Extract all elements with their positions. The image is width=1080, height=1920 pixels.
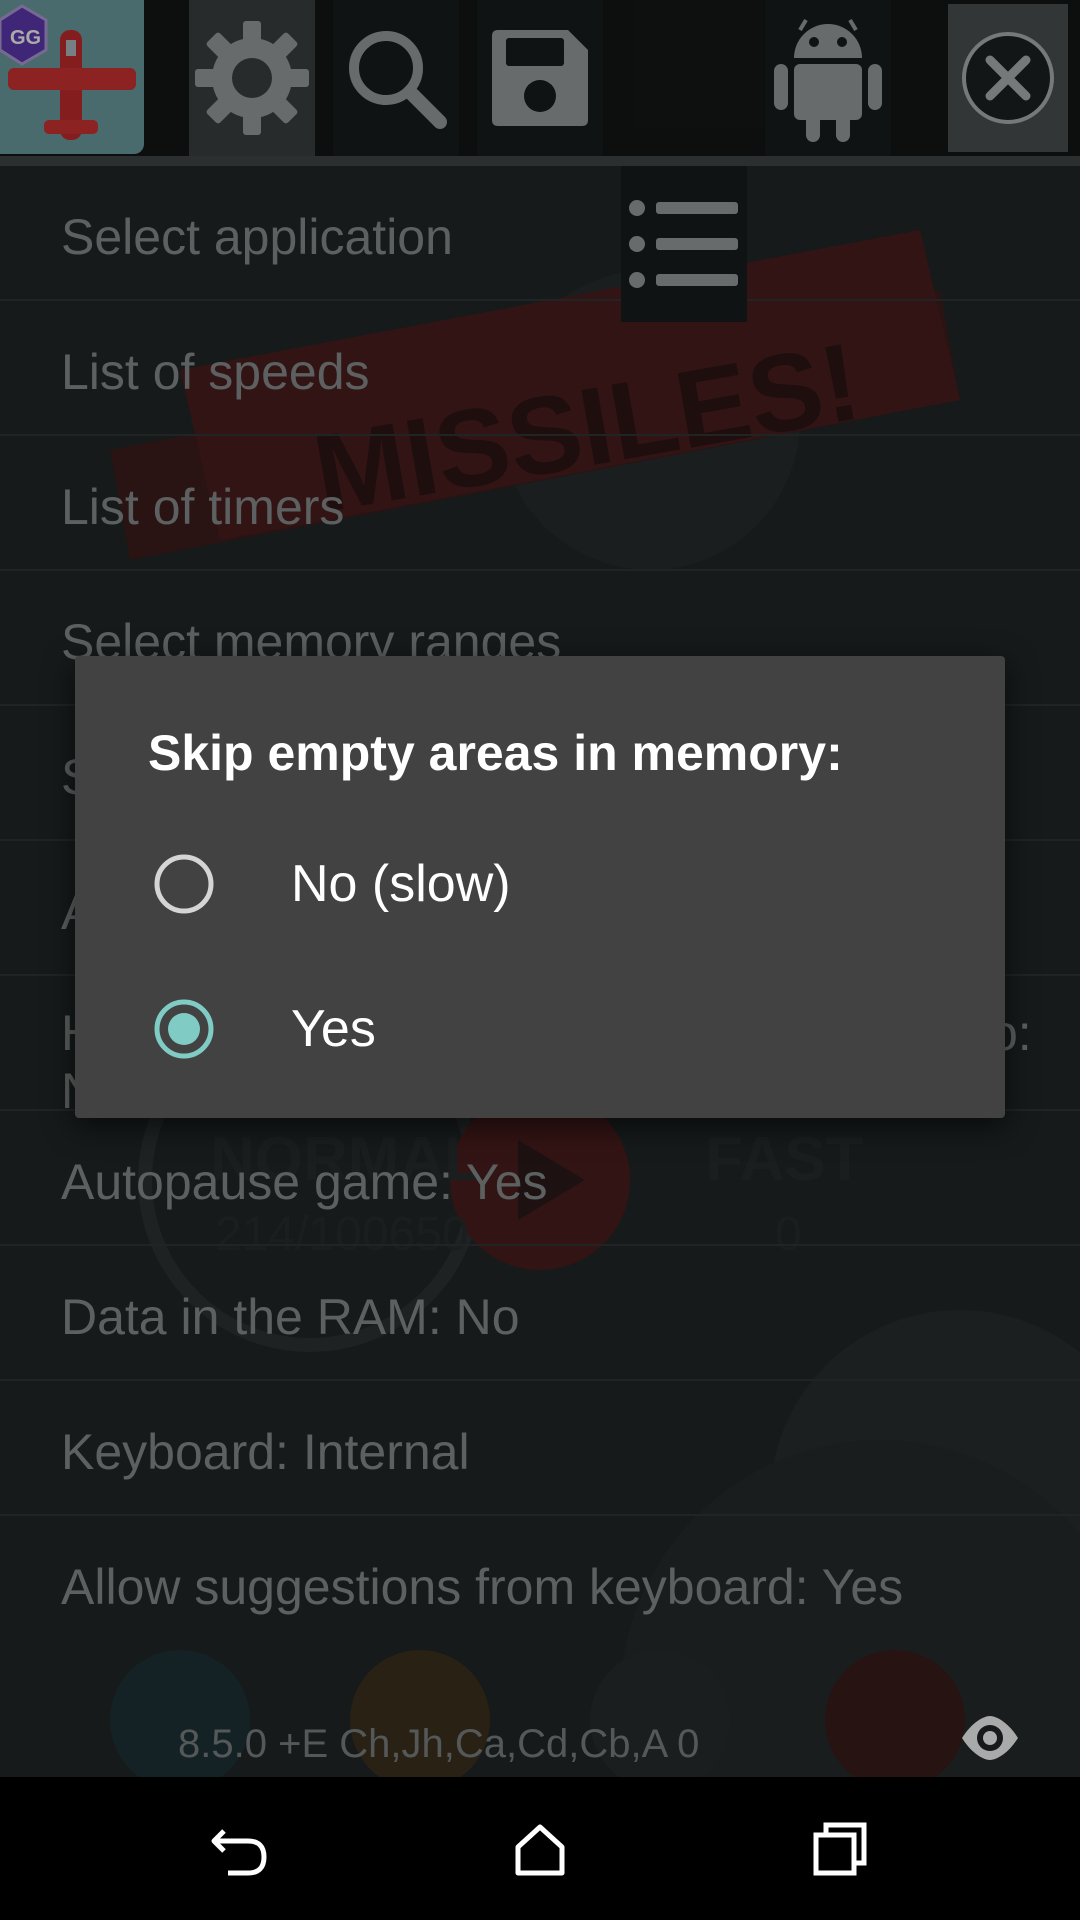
radio-option-yes[interactable]: Yes [75, 955, 1005, 1095]
android-icon [774, 18, 882, 142]
recents-icon [813, 1822, 867, 1875]
floppy-disk-icon [492, 30, 588, 126]
settings-item-data-in-ram[interactable]: Data in the RAM: No [0, 1246, 1080, 1381]
settings-item-list-of-timers[interactable]: List of timers [0, 436, 1080, 571]
radio-unchecked-icon[interactable] [152, 852, 214, 914]
radio-option-label: No (slow) [291, 855, 511, 913]
back-button[interactable] [180, 1777, 300, 1920]
settings-item-select-application[interactable]: Select application [0, 166, 1080, 301]
svg-text:GG: GG [10, 27, 41, 49]
settings-item-label: Select application [61, 209, 453, 265]
android-button[interactable] [765, 0, 891, 156]
radio-checked-icon[interactable] [152, 997, 214, 1059]
save-button[interactable] [477, 0, 603, 156]
radio-option-label: Yes [291, 1000, 376, 1058]
list-icon [629, 200, 738, 288]
settings-item-label: Data in the RAM: No [61, 1289, 520, 1345]
radio-option-no-slow[interactable]: No (slow) [75, 810, 1005, 950]
eye-icon[interactable] [960, 1714, 1020, 1767]
option-placeholder [75, 1468, 1005, 1608]
gear-icon [195, 21, 309, 135]
settings-item-label: List of speeds [61, 344, 370, 400]
top-toolbar: GG [0, 0, 1080, 322]
settings-item-label: Autopause game: Yes [61, 1154, 548, 1210]
settings-button[interactable] [189, 0, 315, 156]
home-button[interactable] [480, 1777, 600, 1920]
dialog-title: Skip empty areas in memory: [148, 725, 843, 781]
status-footer: 8.5.0 +E Ch,Jh,Ca,Cd,Cb,A 0 [0, 1700, 1080, 1777]
search-button[interactable] [333, 0, 459, 156]
version-text: 8.5.0 +E Ch,Jh,Ca,Cd,Cb,A 0 [178, 1722, 700, 1766]
toolbar-divider [0, 156, 1080, 166]
settings-item-autopause[interactable]: Autopause game: Yes [0, 1111, 1080, 1246]
plane-app-icon: GG [0, 4, 136, 140]
search-icon [349, 31, 447, 129]
system-navigation-bar [0, 1777, 1080, 1920]
recents-button[interactable] [780, 1777, 900, 1920]
list-button[interactable] [621, 166, 747, 322]
home-icon [515, 1824, 565, 1875]
back-icon [211, 1828, 267, 1875]
settings-item-label: List of timers [61, 479, 345, 535]
settings-item-list-of-speeds[interactable]: List of speeds [0, 301, 1080, 436]
app-selector-button[interactable]: GG [0, 0, 144, 154]
close-button[interactable] [948, 4, 1068, 152]
close-icon [962, 32, 1054, 124]
